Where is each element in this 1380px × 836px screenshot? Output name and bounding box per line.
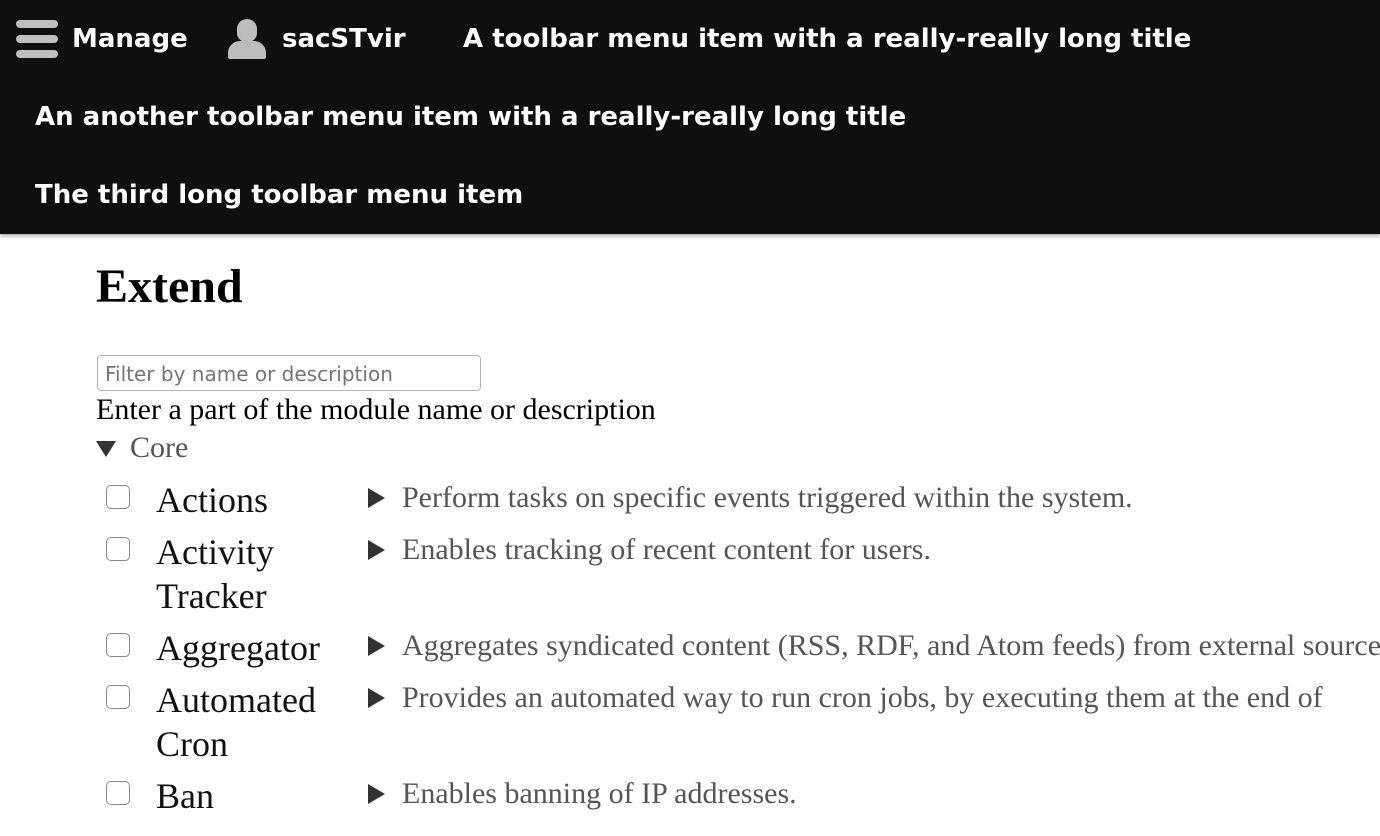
module-description: Enables tracking of recent content for u… [402,533,931,566]
module-description-toggle[interactable]: Enables tracking of recent content for u… [368,530,931,570]
toolbar-menu-item-2[interactable]: An another toolbar menu item with a real… [35,78,906,156]
module-description-toggle[interactable]: Perform tasks on specific events trigger… [368,478,1133,518]
admin-toolbar: Manage sacSTvir A toolbar menu item with… [0,0,1380,234]
module-name[interactable]: Ban [156,774,346,818]
module-checkbox[interactable] [106,537,130,561]
triangle-right-icon [368,540,385,560]
group-core-label: Core [130,431,189,464]
toolbar-user-button[interactable]: sacSTvir [226,0,406,78]
module-description-toggle[interactable]: Provides an automated way to run cron jo… [368,678,1323,718]
toolbar-menu-item-3[interactable]: The third long toolbar menu item [35,156,523,234]
module-description: Provides an automated way to run cron jo… [402,681,1323,714]
module-name[interactable]: Aggregator [156,626,346,670]
filter-help-text: Enter a part of the module name or descr… [96,393,656,426]
module-description-toggle[interactable]: Aggregates syndicated content (RSS, RDF,… [368,626,1380,666]
triangle-right-icon [368,636,385,656]
group-core-toggle[interactable]: Core [96,430,188,466]
toolbar-manage-label: Manage [72,24,188,54]
triangle-right-icon [368,488,385,508]
module-description-toggle[interactable]: Enables banning of IP addresses. [368,774,797,814]
module-description: Enables banning of IP addresses. [402,777,797,810]
module-row: Activity Tracker Enables tracking of rec… [0,530,1380,626]
module-row: Automated Cron Provides an automated way… [0,678,1380,774]
module-row: Actions Perform tasks on specific events… [0,478,1380,530]
filter-input[interactable] [97,355,481,391]
hamburger-menu-icon [16,20,58,58]
user-icon [226,19,268,59]
triangle-right-icon [368,688,385,708]
module-name[interactable]: Activity Tracker [156,530,346,618]
triangle-down-icon [96,441,116,457]
module-list: Actions Perform tasks on specific events… [0,478,1380,826]
module-checkbox[interactable] [106,685,130,709]
module-checkbox[interactable] [106,633,130,657]
toolbar-user-label: sacSTvir [282,24,406,54]
module-description: Perform tasks on specific events trigger… [402,481,1133,514]
module-name[interactable]: Actions [156,478,346,522]
page-title: Extend [96,260,243,313]
toolbar-manage-button[interactable]: Manage [16,0,188,78]
module-name[interactable]: Automated Cron [156,678,346,766]
toolbar-menu-item-1[interactable]: A toolbar menu item with a really-really… [463,0,1191,78]
module-checkbox[interactable] [106,485,130,509]
module-description: Aggregates syndicated content (RSS, RDF,… [402,629,1380,662]
module-row: Aggregator Aggregates syndicated content… [0,626,1380,678]
triangle-right-icon [368,784,385,804]
module-checkbox[interactable] [106,781,130,805]
module-row: Ban Enables banning of IP addresses. [0,774,1380,826]
